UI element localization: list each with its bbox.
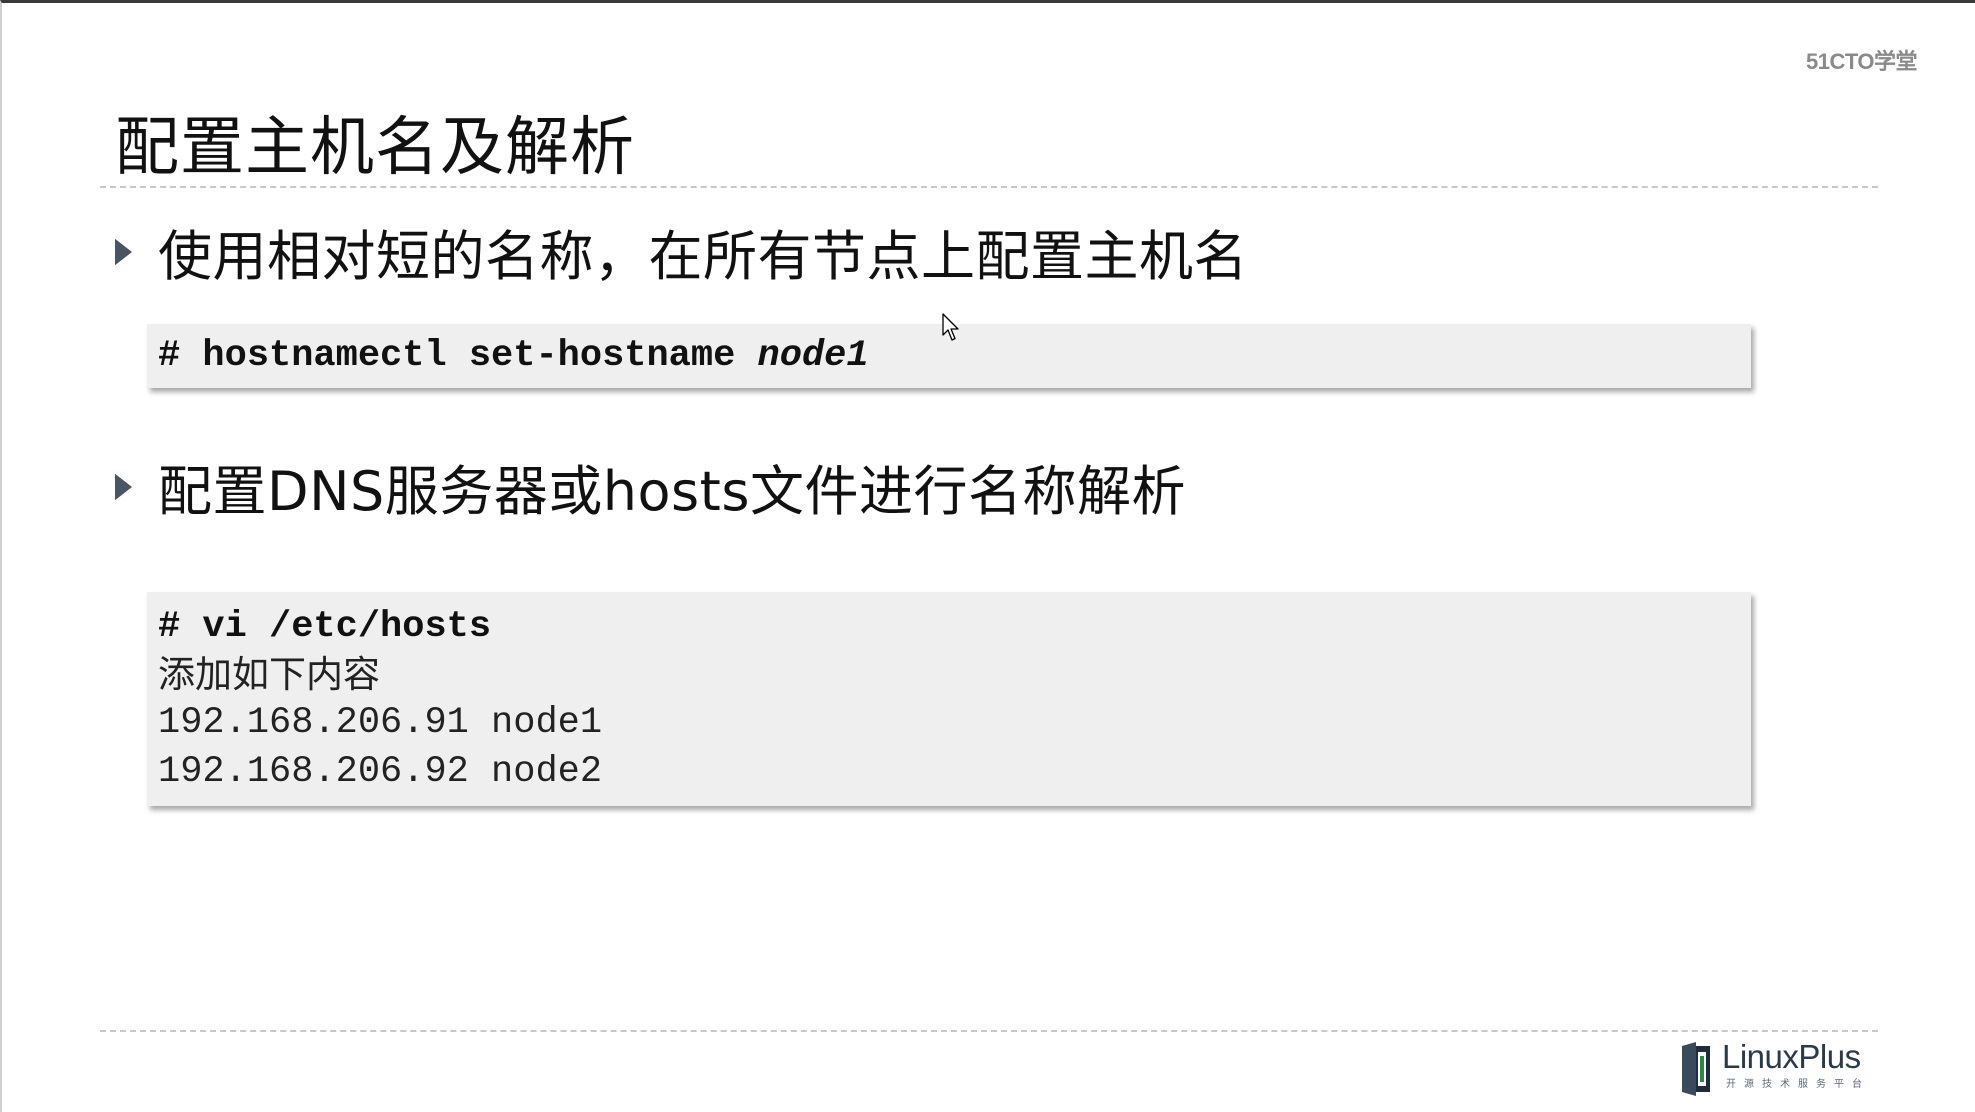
code-block-hosts: # vi /etc/hosts 添加如下内容 192.168.206.91 no… [147, 592, 1751, 806]
bullet-item-resolution: 配置DNS服务器或hosts文件进行名称解析 [115, 447, 1186, 526]
footer-divider [100, 1030, 1878, 1032]
bullet-text: 使用相对短的名称，在所有节点上配置主机名 [158, 225, 1248, 288]
mouse-pointer-icon [942, 313, 962, 347]
code-line: 添加如下内容 [158, 653, 380, 696]
bullet-text: 配置DNS服务器或hosts文件进行名称解析 [158, 460, 1186, 523]
code-line: 192.168.206.92 node2 [158, 751, 603, 793]
command-text: # hostnamectl set-hostname [158, 335, 758, 377]
logo-tagline: 开源技术服务平台 [1726, 1078, 1870, 1090]
footer-logo: LinuxPlus 开源技术服务平台 [1680, 1038, 1870, 1100]
slide-title: 配置主机名及解析 [115, 111, 635, 185]
command-argument: node1 [757, 335, 869, 377]
title-divider [100, 186, 1878, 188]
triangle-right-icon [115, 473, 132, 500]
code-command: # vi /etc/hosts [158, 606, 492, 648]
code-line: 192.168.206.91 node1 [158, 702, 603, 744]
linuxplus-logo-icon [1680, 1040, 1716, 1100]
logo-name: LinuxPlus [1722, 1038, 1861, 1075]
bullet-item-hostname: 使用相对短的名称，在所有节点上配置主机名 [115, 212, 1248, 291]
triangle-right-icon [115, 238, 132, 265]
brand-watermark: 51CTO学堂 [1805, 49, 1918, 74]
